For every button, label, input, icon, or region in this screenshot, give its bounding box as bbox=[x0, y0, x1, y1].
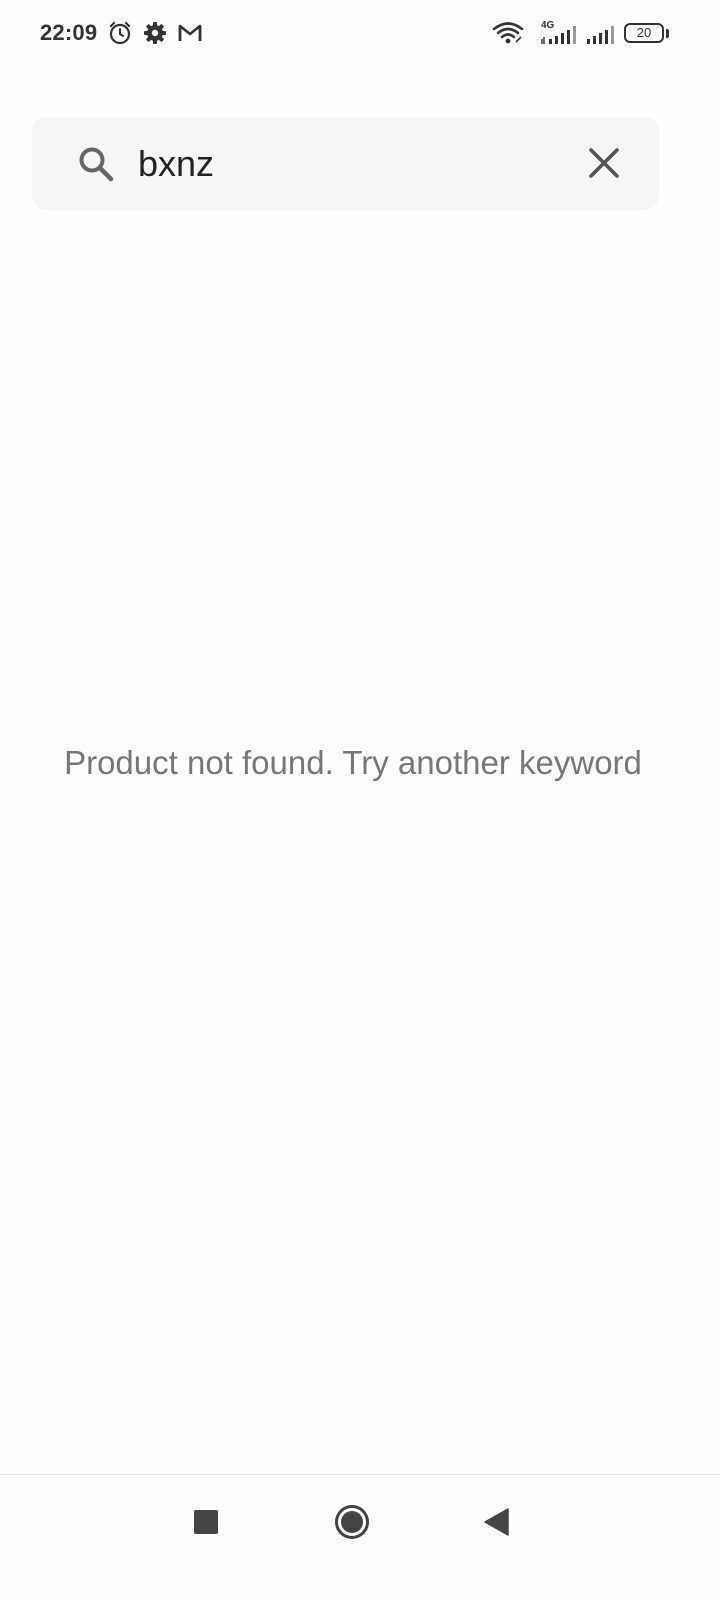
circle-icon bbox=[335, 1505, 369, 1539]
status-time: 22:09 bbox=[40, 20, 98, 45]
status-bar: 22:09 4G 20 bbox=[0, 0, 720, 70]
home-button[interactable] bbox=[334, 1504, 370, 1540]
battery-icon: 20 bbox=[624, 23, 664, 43]
gmail-icon bbox=[177, 20, 203, 46]
back-triangle-icon bbox=[484, 1508, 509, 1536]
back-button[interactable] bbox=[484, 1508, 510, 1536]
wifi-icon bbox=[492, 20, 524, 46]
search-bar[interactable] bbox=[32, 117, 659, 210]
recents-button[interactable] bbox=[194, 1510, 218, 1534]
settings-icon bbox=[142, 20, 168, 46]
square-icon bbox=[194, 1510, 218, 1534]
navigation-bar bbox=[0, 1474, 720, 1601]
alarm-icon bbox=[107, 20, 133, 46]
search-icon bbox=[76, 144, 116, 184]
battery-tip bbox=[666, 29, 669, 38]
search-input[interactable] bbox=[138, 139, 558, 189]
clear-search-button[interactable] bbox=[582, 141, 626, 185]
close-icon bbox=[589, 148, 619, 178]
empty-results-message: Product not found. Try another keyword bbox=[64, 744, 642, 781]
signal-icon bbox=[540, 20, 578, 46]
signal-icon bbox=[586, 20, 616, 46]
